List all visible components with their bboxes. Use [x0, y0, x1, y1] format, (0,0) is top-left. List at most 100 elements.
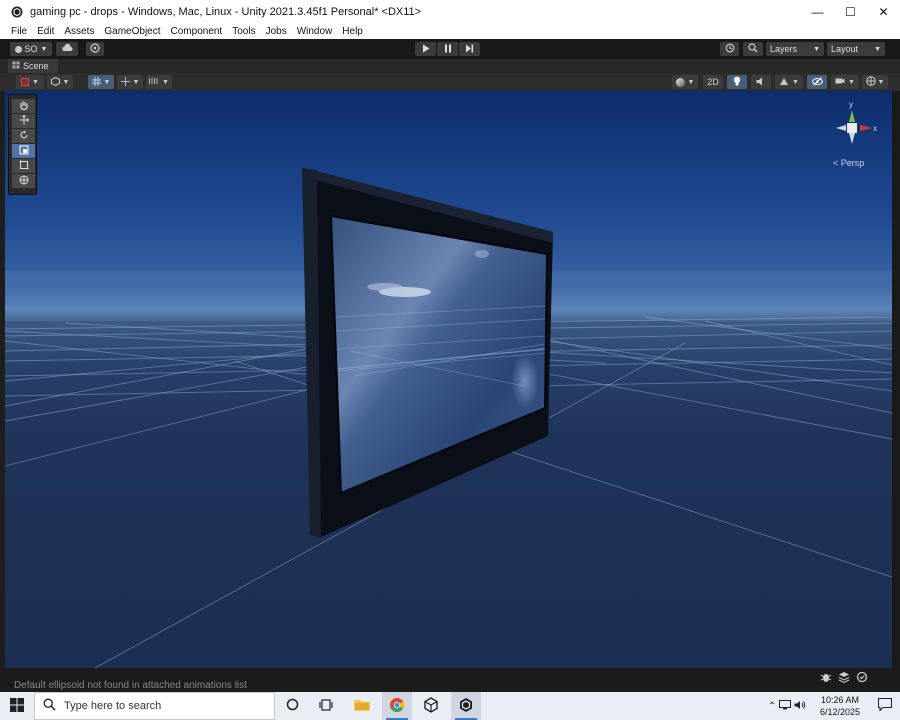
ruler-icon	[149, 77, 159, 87]
notification-center-button[interactable]	[870, 692, 900, 720]
gizmo-neg-y-axis[interactable]	[849, 133, 855, 144]
unity-hub-button[interactable]	[416, 692, 446, 720]
menu-file[interactable]: File	[6, 24, 32, 39]
search-icon	[43, 698, 56, 714]
lighting-toggle[interactable]	[727, 75, 747, 89]
cortana-button[interactable]	[277, 692, 307, 720]
menu-assets[interactable]: Assets	[59, 24, 99, 39]
close-button[interactable]: ✕	[867, 0, 900, 24]
projection-label[interactable]: < Persp	[833, 158, 864, 168]
scene-scrollbar[interactable]	[892, 91, 900, 668]
notification-icon	[877, 697, 893, 714]
progress-icon[interactable]	[856, 671, 868, 686]
orientation-gizmo[interactable]: y x	[826, 98, 882, 158]
globe-icon	[865, 76, 876, 88]
undo-history-button[interactable]	[720, 42, 739, 56]
network-icon[interactable]	[779, 699, 792, 713]
menu-tools[interactable]: Tools	[227, 24, 260, 39]
layers-dropdown[interactable]: Layers ▼	[766, 42, 824, 56]
rotate-tool-button[interactable]	[12, 129, 35, 143]
eye-slash-icon	[811, 76, 823, 88]
folder-icon	[354, 698, 370, 714]
task-view-button[interactable]	[311, 692, 341, 720]
chevron-up-icon[interactable]: ⌃	[768, 701, 776, 712]
taskbar-search-input[interactable]	[64, 700, 264, 712]
move-tool-icon	[19, 114, 29, 128]
chevron-down-icon: ▼	[62, 78, 70, 86]
gizmos-dropdown[interactable]: ▼	[862, 75, 888, 89]
step-icon	[465, 44, 474, 55]
audio-toggle[interactable]	[751, 75, 771, 89]
draw-mode-dropdown[interactable]: ▼	[16, 75, 44, 89]
step-button[interactable]	[459, 42, 480, 56]
collab-icon	[90, 43, 100, 55]
gizmo-center-cube[interactable]	[847, 123, 857, 133]
transform-tool-button[interactable]	[12, 174, 35, 188]
menu-jobs[interactable]: Jobs	[261, 24, 292, 39]
menu-component[interactable]: Component	[166, 24, 228, 39]
rotate-tool-icon	[19, 130, 29, 143]
chevron-down-icon: ▼	[103, 78, 111, 86]
clock-date: 6/12/2025	[819, 707, 861, 717]
grid-snap-dropdown[interactable]: ▼	[88, 75, 114, 89]
gizmo-y-axis[interactable]	[849, 110, 855, 122]
gizmo-x-axis[interactable]	[860, 125, 872, 131]
chevron-down-icon: ▼	[132, 78, 140, 86]
scale-tool-button[interactable]	[12, 144, 35, 158]
snap-icon	[120, 76, 130, 88]
menu-edit[interactable]: Edit	[32, 24, 59, 39]
rect-tool-button[interactable]	[12, 159, 35, 173]
menu-window[interactable]: Window	[292, 24, 338, 39]
menu-gameobject[interactable]: GameObject	[99, 24, 165, 39]
hand-tool-icon	[19, 100, 29, 113]
volume-icon[interactable]	[794, 700, 806, 713]
start-button[interactable]	[0, 692, 34, 720]
move-tool-button[interactable]	[12, 114, 35, 128]
monitor-frame	[302, 168, 553, 538]
account-icon	[14, 45, 22, 53]
layers-stack-icon[interactable]	[838, 671, 850, 686]
search-button[interactable]	[743, 42, 763, 56]
shaded-icon	[21, 78, 30, 86]
scene-viewport[interactable]	[5, 91, 892, 668]
cube-dropdown[interactable]: ▼	[47, 75, 73, 89]
file-explorer-button[interactable]	[347, 692, 377, 720]
camera-settings-dropdown[interactable]: ▼	[831, 75, 859, 89]
scene-visibility-toggle[interactable]	[807, 75, 827, 89]
mode-2d-toggle[interactable]: 2D	[703, 75, 723, 89]
history-icon	[725, 43, 735, 55]
account-label: SO	[24, 44, 38, 54]
shading-mode-dropdown[interactable]: ▼	[672, 75, 698, 89]
scene-tab-label: Scene	[23, 61, 49, 71]
pause-button[interactable]	[437, 42, 458, 56]
bug-icon[interactable]	[820, 671, 832, 686]
maximize-button[interactable]: ☐	[834, 0, 867, 24]
effects-dropdown[interactable]: ▼	[775, 75, 803, 89]
console-status-message[interactable]: Default ellipsoid not found in attached …	[14, 680, 247, 691]
search-icon	[748, 43, 758, 55]
hand-tool-button[interactable]	[12, 99, 35, 113]
grid-icon	[91, 76, 101, 88]
tool-palette	[8, 94, 37, 195]
lightbulb-icon	[733, 76, 741, 88]
taskbar-search[interactable]	[34, 692, 275, 720]
tab-scene[interactable]: Scene	[8, 59, 58, 73]
chevron-down-icon: ▼	[813, 45, 820, 53]
chrome-button[interactable]	[382, 692, 412, 720]
menu-help[interactable]: Help	[337, 24, 368, 39]
taskbar-clock[interactable]: 10:26 AM 6/12/2025	[816, 694, 864, 718]
minimize-button[interactable]: —	[801, 0, 834, 24]
increment-snap-dropdown[interactable]: ▼	[146, 75, 172, 89]
snap-increment-dropdown[interactable]: ▼	[117, 75, 143, 89]
rect-tool-icon	[19, 160, 29, 173]
speaker-icon	[756, 77, 766, 88]
gizmo-y-label: y	[849, 100, 853, 109]
collab-button[interactable]	[86, 42, 104, 56]
play-button[interactable]	[415, 42, 436, 56]
account-dropdown[interactable]: SO ▼	[10, 42, 52, 56]
cloud-button[interactable]	[56, 42, 78, 56]
gizmo-neg-x-axis[interactable]	[836, 125, 846, 131]
chevron-down-icon: ▼	[687, 78, 695, 86]
unity-editor-button[interactable]	[451, 692, 481, 720]
layout-dropdown[interactable]: Layout ▼	[827, 42, 885, 56]
